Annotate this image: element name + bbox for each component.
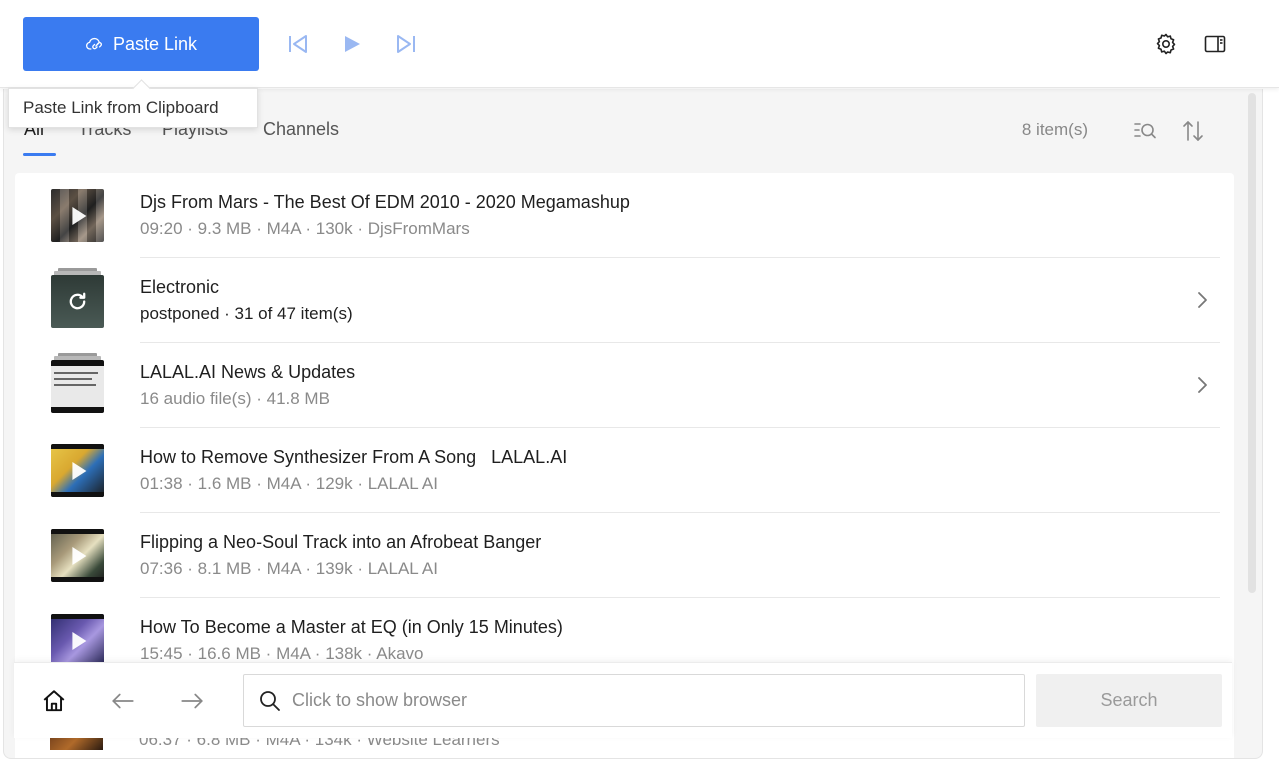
thumbnail: [51, 614, 104, 667]
thumbnail-band: [51, 360, 104, 366]
list-item[interactable]: Djs From Mars - The Best Of EDM 2010 - 2…: [15, 173, 1234, 258]
tooltip-text: Paste Link from Clipboard: [23, 98, 219, 117]
item-meta: 16 audio file(s) · 41.8 MB: [140, 389, 330, 408]
sort-icon: [1183, 121, 1203, 141]
item-title: Flipping a Neo-Soul Track into an Afrobe…: [140, 532, 542, 552]
skip-previous-button[interactable]: [284, 30, 312, 58]
item-title: Djs From Mars - The Best Of EDM 2010 - 2…: [140, 192, 630, 212]
search-box[interactable]: [243, 674, 1025, 727]
chevron-right-icon: [1198, 377, 1207, 393]
forward-button[interactable]: [178, 687, 206, 715]
tab-channels[interactable]: Channels: [263, 119, 339, 140]
refresh-icon: [69, 292, 86, 310]
thumbnail-text-line: [54, 384, 96, 386]
item-meta: 07:36 · 8.1 MB · M4A · 139k · LALAL AI: [140, 559, 438, 578]
item-meta: 01:38 · 1.6 MB · M4A · 129k · LALAL AI: [140, 474, 438, 493]
active-tab-indicator: [23, 153, 56, 156]
skip-previous-icon: [289, 35, 307, 53]
sidebar-panel-icon: [1204, 35, 1226, 53]
thumbnail: [51, 529, 104, 582]
item-title: Electronic: [140, 277, 220, 297]
top-toolbar: Paste Link: [0, 0, 1279, 88]
search-icon: [260, 691, 280, 711]
item-title: How to Remove Synthesizer From A Song LA…: [140, 447, 568, 467]
thumbnail-band: [51, 577, 104, 582]
list-item[interactable]: Electronic postponed · 31 of 47 item(s): [15, 258, 1234, 343]
list-item[interactable]: LALAL.AI News & Updates 16 audio file(s)…: [15, 343, 1234, 428]
open-playlist-button[interactable]: [1194, 375, 1210, 395]
back-arrow-icon: [112, 693, 134, 709]
item-title: How To Become a Master at EQ (in Only 15…: [140, 617, 563, 637]
settings-button[interactable]: [1153, 31, 1179, 57]
item-meta: 15:45 · 16.6 MB · M4A · 138k · Akavo: [140, 644, 424, 663]
thumbnail: [51, 189, 104, 242]
thumbnail-text-line: [54, 372, 98, 374]
chevron-right-icon: [1198, 292, 1207, 308]
filter-search-icon: [1134, 123, 1156, 139]
thumbnail-band: [51, 407, 104, 413]
playlist-thumbnail: [51, 360, 104, 413]
item-count: 8 item(s): [1021, 120, 1088, 139]
thumbnail: [51, 444, 104, 497]
skip-next-icon: [397, 35, 415, 53]
thumbnail-band: [51, 529, 104, 534]
cloud-link-icon: [85, 37, 102, 50]
main-content: All Tracks Playlists Channels 8 item(s): [3, 89, 1263, 759]
paste-link-tooltip: Paste Link from Clipboard: [8, 88, 258, 128]
play-icon: [345, 36, 360, 52]
list-item[interactable]: Flipping a Neo-Soul Track into an Afrobe…: [15, 513, 1234, 598]
filter-search-button[interactable]: [1131, 117, 1159, 145]
home-button[interactable]: [40, 687, 68, 715]
thumbnail-band: [51, 492, 104, 497]
thumbnail-text-line: [54, 378, 92, 380]
thumbnail-band: [51, 614, 104, 619]
search-input[interactable]: [292, 675, 1012, 726]
item-title: LALAL.AI News & Updates: [140, 362, 356, 382]
play-icon: [71, 546, 86, 565]
thumbnail-band: [51, 444, 104, 449]
item-meta: postponed · 31 of 47 item(s): [140, 304, 353, 323]
scrollbar-thumb[interactable]: [1248, 93, 1256, 593]
skip-next-button[interactable]: [392, 30, 420, 58]
play-icon: [71, 631, 86, 650]
play-button[interactable]: [338, 30, 366, 58]
bottom-bar: Search: [14, 662, 1232, 738]
scrollbar[interactable]: [1248, 93, 1258, 593]
play-icon: [71, 461, 86, 480]
settings-icon: [1156, 33, 1176, 55]
paste-link-label: Paste Link: [112, 33, 198, 54]
open-playlist-button[interactable]: [1194, 290, 1210, 310]
sort-button[interactable]: [1179, 117, 1207, 145]
item-meta: 09:20 · 9.3 MB · M4A · 130k · DjsFromMar…: [140, 219, 470, 238]
play-icon: [71, 206, 86, 225]
forward-arrow-icon: [181, 693, 203, 709]
playlist-thumbnail: [51, 275, 104, 328]
search-button[interactable]: Search: [1036, 674, 1222, 727]
back-button[interactable]: [109, 687, 137, 715]
list-item[interactable]: How to Remove Synthesizer From A Song LA…: [15, 428, 1234, 513]
home-icon: [43, 690, 65, 712]
sidebar-toggle-button[interactable]: [1202, 31, 1228, 57]
paste-link-button[interactable]: Paste Link: [23, 17, 259, 71]
